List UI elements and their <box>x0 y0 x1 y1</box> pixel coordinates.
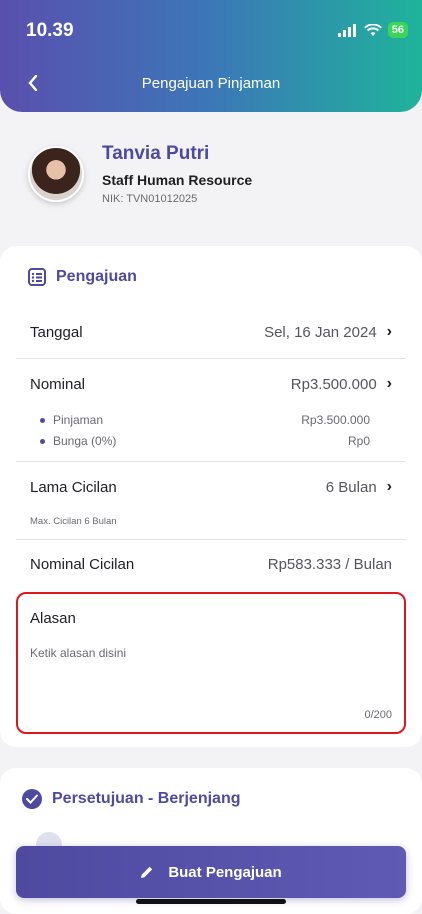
nominal-value: Rp3.500.000 <box>290 375 377 393</box>
battery-indicator: 56 <box>387 22 408 38</box>
wifi-icon <box>363 23 382 36</box>
pencil-icon <box>141 866 153 878</box>
chevron-right-icon: › <box>386 375 392 392</box>
status-icons: 56 <box>337 22 408 38</box>
approval-title: Persetujuan - Berjenjang <box>52 790 241 807</box>
profile-role: Staff Human Resource <box>102 172 253 188</box>
bunga-value: Rp0 <box>347 434 370 448</box>
pinjaman-label-wrap: Pinjaman <box>40 413 103 427</box>
reason-field: Alasan 0/200 <box>16 592 406 734</box>
tanggal-label: Tanggal <box>30 323 83 341</box>
bunga-label-wrap: Bunga (0%) <box>40 434 116 448</box>
profile-nik: NIK: TVN01012025 <box>102 193 198 205</box>
lama-cicilan-label: Lama Cicilan <box>30 478 117 496</box>
pinjaman-label: Pinjaman <box>53 413 104 427</box>
submit-button[interactable]: Buat Pengajuan <box>16 846 406 898</box>
lama-cicilan-note: Max. Cicilan 6 Bulan <box>30 516 117 527</box>
bullet-icon <box>40 418 45 424</box>
nominal-label: Nominal <box>30 375 86 393</box>
field-lama-cicilan[interactable]: Lama Cicilan 6 Bulan › <box>30 478 392 496</box>
reason-input[interactable] <box>30 646 390 706</box>
avatar <box>28 146 84 202</box>
bullet-icon <box>40 439 45 445</box>
check-circle-icon <box>22 789 42 809</box>
chevron-right-icon: › <box>386 323 392 340</box>
lama-cicilan-value-wrap: 6 Bulan › <box>326 478 392 496</box>
page-title: Pengajuan Pinjaman <box>141 75 281 92</box>
tanggal-value-wrap: Sel, 16 Jan 2024 › <box>264 323 392 341</box>
sub-row-bunga: Bunga (0%) Rp0 <box>40 434 370 448</box>
sub-row-pinjaman: Pinjaman Rp3.500.000 <box>40 413 370 427</box>
reason-label: Alasan <box>30 610 76 627</box>
profile-name: Tanvia Putri <box>102 143 210 164</box>
section-header-pengajuan: Pengajuan <box>28 268 137 286</box>
field-nominal-cicilan: Nominal Cicilan Rp583.333 / Bulan <box>30 556 392 573</box>
home-indicator <box>136 899 286 904</box>
submit-label: Buat Pengajuan <box>168 863 282 881</box>
signal-icon <box>337 23 356 37</box>
approval-header[interactable]: Persetujuan - Berjenjang <box>22 789 241 809</box>
app-header: 10.39 56 Pengajuan Pinjaman <box>0 0 422 112</box>
section-title: Pengajuan <box>56 268 137 285</box>
pinjaman-value: Rp3.500.000 <box>301 413 370 427</box>
divider <box>16 358 406 359</box>
nominal-value-wrap: Rp3.500.000 › <box>291 375 392 393</box>
divider <box>16 539 406 540</box>
status-time: 10.39 <box>26 20 74 41</box>
bunga-label: Bunga (0%) <box>53 434 117 448</box>
chevron-right-icon: › <box>386 478 392 495</box>
list-icon <box>28 268 46 286</box>
nominal-cicilan-label: Nominal Cicilan <box>30 556 135 573</box>
reason-char-count: 0/200 <box>364 709 392 721</box>
divider <box>16 461 406 462</box>
field-tanggal[interactable]: Tanggal Sel, 16 Jan 2024 › <box>30 323 392 341</box>
nominal-cicilan-value: Rp583.333 / Bulan <box>267 556 392 573</box>
tanggal-value: Sel, 16 Jan 2024 <box>264 323 377 341</box>
field-nominal[interactable]: Nominal Rp3.500.000 › <box>30 375 392 393</box>
lama-cicilan-value: 6 Bulan <box>325 478 377 496</box>
